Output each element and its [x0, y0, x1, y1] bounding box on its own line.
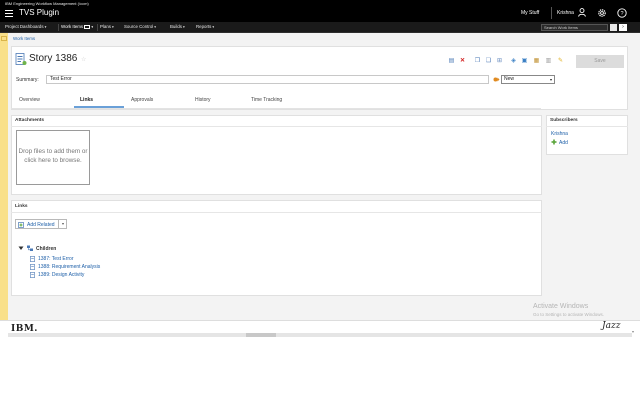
copy-icon[interactable]: ❐ — [474, 58, 481, 65]
nav-work-items[interactable]: Work Items ▾ — [61, 24, 93, 29]
plan-icon[interactable]: ◈ — [510, 58, 517, 65]
gear-icon[interactable] — [597, 8, 607, 18]
tab-links[interactable]: Links — [80, 97, 93, 103]
nav-builds[interactable]: Builds▾ — [170, 24, 185, 29]
add-related-label: Add Related — [27, 222, 55, 228]
link-icon[interactable]: ⊞ — [496, 58, 503, 65]
children-group-toggle[interactable] — [18, 245, 34, 252]
nav-reports[interactable]: Reports▾ — [196, 24, 214, 29]
pin-icon[interactable]: ☆ — [81, 56, 86, 63]
activate-windows-subtitle: Go to Settings to activate Windows. — [533, 312, 605, 317]
nav-project-dashboards[interactable]: Project Dashboards▾ — [5, 24, 46, 29]
product-name: IBM Engineering Workflow Management (/cc… — [5, 1, 89, 6]
child-link[interactable]: 1389: Design Activity — [38, 272, 84, 278]
add-subscriber-link[interactable]: Add — [559, 140, 568, 146]
state-value: New — [504, 76, 515, 82]
state-select[interactable]: New ▾ — [501, 75, 555, 84]
child-link[interactable]: 1387: Test Error — [38, 256, 73, 262]
collapse-icon — [18, 246, 24, 250]
links-panel — [11, 200, 542, 296]
svg-text:?: ? — [620, 11, 623, 17]
children-group-label: Children — [36, 246, 57, 252]
hamburger-menu-icon[interactable] — [5, 10, 13, 18]
masthead: IBM Engineering Workflow Management (/cc… — [0, 0, 640, 22]
nav-plans[interactable]: Plans▾ — [100, 24, 114, 29]
subscriber-link[interactable]: Krishna — [551, 131, 568, 137]
side-strip — [0, 33, 8, 337]
search-icon[interactable]: › — [619, 24, 627, 31]
new-work-item-icon[interactable] — [84, 24, 91, 29]
work-item-icon — [30, 256, 35, 262]
nav-source-control[interactable]: Source Control▾ — [124, 24, 156, 29]
add-related-button[interactable]: Add Related ▾ — [15, 219, 67, 229]
project-title[interactable]: TVS Plugin — [19, 8, 59, 17]
tab-overview[interactable]: Overview — [19, 97, 40, 103]
print-icon[interactable]: ▤ — [448, 58, 455, 65]
attachment-dropzone[interactable]: Drop files to add them or click here to … — [16, 130, 90, 185]
subscribers-title: Subscribers — [550, 118, 578, 123]
search-scope-icon[interactable] — [610, 24, 617, 31]
story-icon — [15, 53, 27, 65]
subscribe-icon[interactable]: ✎ — [557, 58, 564, 65]
links-title: Links — [15, 204, 28, 209]
work-item-title: Story 1386 — [29, 53, 78, 64]
summary-field[interactable]: Test Error — [46, 75, 489, 84]
chevron-down-icon: ▾ — [549, 77, 552, 82]
attachments-panel — [11, 115, 542, 195]
search-input[interactable]: Search Work Items — [541, 24, 608, 31]
tab-history[interactable]: History — [195, 97, 211, 103]
state-icon — [493, 77, 500, 82]
breadcrumb[interactable]: Work Items — [13, 36, 35, 41]
lock-icon[interactable]: ▦ — [533, 58, 540, 65]
active-tab-indicator — [74, 106, 124, 108]
save-button[interactable]: Save — [576, 55, 624, 68]
masthead-divider — [551, 7, 552, 19]
scrollbar-thumb[interactable] — [246, 333, 276, 337]
delete-icon[interactable]: ✕ — [459, 58, 466, 65]
attachments-title: Attachments — [15, 118, 45, 123]
panel-divider — [546, 126, 628, 127]
chevron-down-icon[interactable]: ▾ — [58, 220, 67, 228]
horizontal-scrollbar[interactable] — [8, 333, 632, 337]
user-icon[interactable] — [578, 8, 586, 17]
child-link[interactable]: 1388: Requirement Analysis — [38, 264, 100, 270]
activate-windows-title: Activate Windows — [533, 303, 589, 310]
tab-approvals[interactable]: Approvals — [131, 97, 153, 103]
jazz-logo: Jazz — [602, 321, 621, 331]
panel-divider — [11, 126, 542, 127]
work-item-icon — [30, 272, 35, 278]
side-toggle-icon[interactable] — [1, 36, 7, 41]
history-icon[interactable]: ▥ — [545, 58, 552, 65]
team-icon[interactable]: ▣ — [521, 58, 528, 65]
panel-divider — [11, 212, 542, 213]
work-item-icon — [30, 264, 35, 270]
my-stuff-link[interactable]: My Stuff — [521, 10, 539, 16]
add-link-icon — [18, 222, 24, 228]
duplicate-icon[interactable]: ❏ — [485, 58, 492, 65]
scroll-down-icon[interactable]: ▾ — [632, 329, 634, 334]
add-icon[interactable] — [551, 139, 557, 145]
app-window: IBM Engineering Workflow Management (/cc… — [0, 0, 640, 337]
summary-label: Summary: — [16, 77, 39, 83]
nav-divider — [97, 24, 98, 31]
help-icon[interactable]: ? — [617, 8, 627, 18]
user-name[interactable]: Krishna — [557, 10, 574, 16]
dropzone-text: Drop files to add them or click here to … — [18, 148, 88, 164]
nav-divider — [58, 24, 59, 31]
tab-time-tracking[interactable]: Time Tracking — [251, 97, 282, 103]
tab-divider — [11, 108, 541, 109]
